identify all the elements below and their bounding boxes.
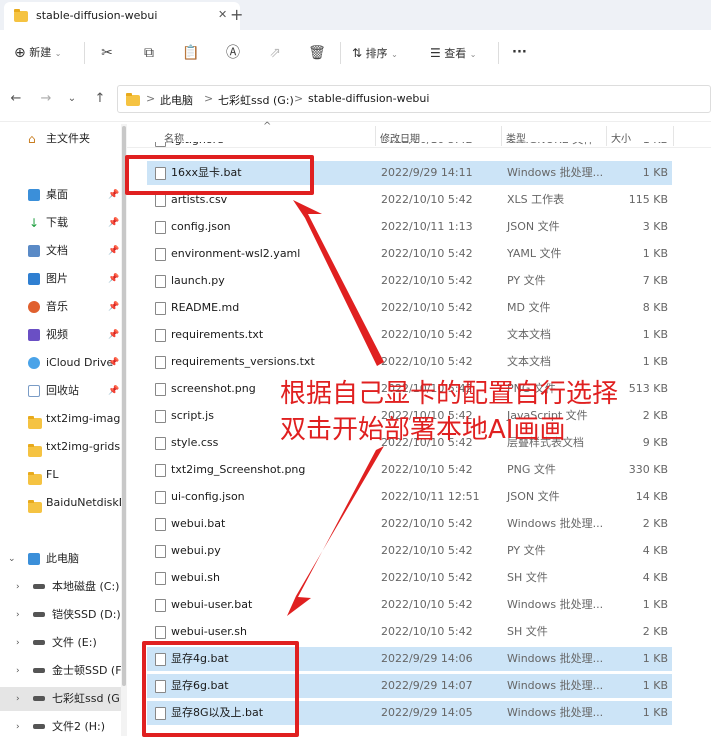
- annotation-line-2: 双击开始部署本地AI画画: [280, 415, 566, 445]
- arrow-down-icon: [287, 446, 384, 616]
- arrow-up-icon: [293, 200, 384, 366]
- annotation-text: 根据自己显卡的配置自行选择 双击开始部署本地AI画画: [280, 376, 660, 448]
- annotation-arrows: [287, 200, 384, 616]
- annotation-line-1: 根据自己显卡的配置自行选择: [280, 379, 619, 409]
